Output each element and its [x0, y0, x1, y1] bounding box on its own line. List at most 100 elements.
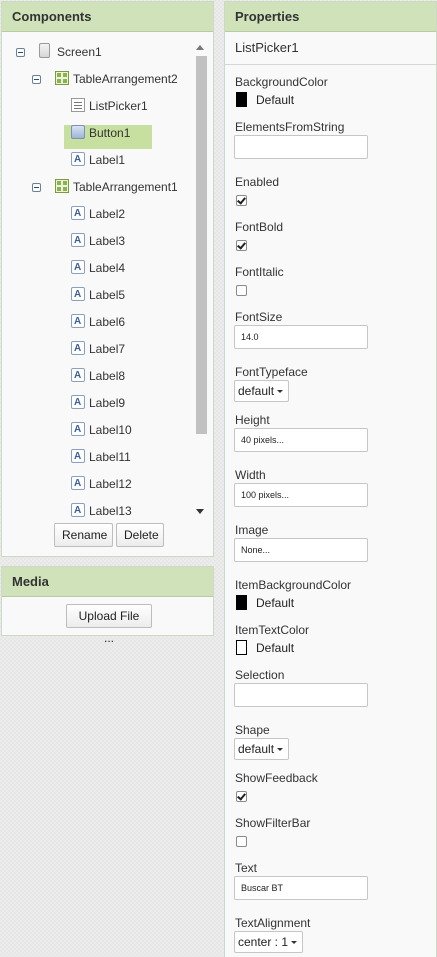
label-component-icon: A	[71, 503, 85, 517]
fontitalic-checkbox[interactable]	[236, 285, 247, 296]
prop-label-selection: Selection	[235, 668, 285, 682]
button-component-icon	[71, 125, 85, 139]
prop-label-image: Image	[235, 523, 269, 537]
collapse-toggle-icon[interactable]	[32, 183, 41, 192]
textalignment-value: center : 1	[238, 935, 289, 949]
tree-node-label10[interactable]: A Label10	[2, 419, 192, 441]
fonttypeface-select[interactable]: default	[234, 380, 290, 402]
label-component-icon: A	[71, 368, 85, 382]
tree-node-label: Screen1	[57, 45, 102, 59]
tree-node-label6[interactable]: A Label6	[2, 311, 192, 333]
tree-node-screen1[interactable]: Screen1	[2, 41, 192, 63]
scroll-up-arrow-icon[interactable]	[196, 45, 204, 50]
label-component-icon: A	[71, 395, 85, 409]
backgroundcolor-value[interactable]: Default	[256, 93, 294, 107]
tree-node-label: ListPicker1	[89, 99, 148, 113]
prop-label-text: Text	[235, 861, 258, 875]
scroll-down-arrow-icon[interactable]	[196, 509, 204, 514]
collapse-toggle-icon[interactable]	[32, 75, 41, 84]
tree-node-label2[interactable]: A Label2	[2, 203, 192, 225]
tree-node-button1[interactable]: Button1	[2, 122, 192, 144]
tree-node-label9[interactable]: A Label9	[2, 392, 192, 414]
itembackgroundcolor-swatch[interactable]	[236, 595, 247, 610]
tree-node-label5[interactable]: A Label5	[2, 284, 192, 306]
shape-value: default	[238, 742, 275, 756]
label-component-icon: A	[71, 476, 85, 490]
tree-node-tablearrangement2[interactable]: TableArrangement2	[2, 68, 192, 90]
prop-label-itembackgroundcolor: ItemBackgroundColor	[235, 578, 352, 592]
tree-node-label: Label12	[89, 477, 132, 491]
tree-node-label: Label2	[89, 207, 126, 221]
tree-node-label1[interactable]: A Label1	[2, 149, 192, 171]
shape-select[interactable]: default	[234, 738, 290, 760]
tree-node-listpicker1[interactable]: ListPicker1	[2, 95, 192, 117]
tree-node-label: TableArrangement2	[73, 72, 178, 86]
delete-button[interactable]: Delete	[116, 523, 164, 547]
tree-node-label: Button1	[89, 126, 131, 140]
text-input[interactable]: Buscar BT	[234, 876, 368, 900]
tree-node-label: Label4	[89, 261, 126, 275]
backgroundcolor-swatch[interactable]	[236, 92, 247, 107]
rename-button[interactable]: Rename	[54, 523, 113, 547]
fontbold-checkbox[interactable]	[236, 240, 247, 251]
selected-component-name: ListPicker1	[235, 40, 299, 55]
showfilterbar-checkbox[interactable]	[236, 836, 247, 847]
itemtextcolor-swatch[interactable]	[236, 640, 247, 655]
tree-node-label12[interactable]: A Label12	[2, 473, 192, 495]
label-component-icon: A	[71, 152, 85, 166]
selection-input[interactable]	[234, 683, 368, 707]
fontsize-input[interactable]: 14.0	[234, 325, 368, 349]
label-component-icon: A	[71, 233, 85, 247]
prop-label-textalignment: TextAlignment	[235, 916, 311, 930]
tree-node-label11[interactable]: A Label11	[2, 446, 192, 468]
properties-panel: Properties ListPicker1 BackgroundColor D…	[224, 1, 437, 957]
tree-node-label: Label8	[89, 369, 126, 383]
dropdown-caret-icon	[277, 748, 284, 751]
tree-node-label: Label5	[89, 288, 126, 302]
elementsfromstring-input[interactable]	[234, 135, 368, 159]
tree-node-label7[interactable]: A Label7	[2, 338, 192, 360]
tree-node-label: Label11	[89, 450, 131, 464]
components-panel: Components Screen1 TableArrangement2 ListP…	[1, 1, 214, 557]
label-component-icon: A	[71, 287, 85, 301]
width-input[interactable]: 100 pixels...	[234, 483, 368, 507]
label-component-icon: A	[71, 422, 85, 436]
list-component-icon	[71, 98, 85, 112]
properties-header: Properties	[225, 2, 436, 32]
table-component-icon	[55, 71, 69, 85]
tree-node-label: TableArrangement1	[73, 180, 178, 194]
collapse-toggle-icon[interactable]	[16, 48, 25, 57]
tree-node-label8[interactable]: A Label8	[2, 365, 192, 387]
prop-label-fontsize: FontSize	[235, 310, 283, 324]
prop-label-enabled: Enabled	[235, 175, 280, 189]
dropdown-caret-icon	[277, 390, 284, 393]
tree-node-label3[interactable]: A Label3	[2, 230, 192, 252]
textalignment-select[interactable]: center : 1	[234, 931, 304, 953]
tree-node-label13[interactable]: A Label13	[2, 500, 192, 518]
component-tree: Screen1 TableArrangement2 ListPicker1 Butto…	[2, 32, 192, 518]
label-component-icon: A	[71, 341, 85, 355]
showfeedback-checkbox[interactable]	[236, 791, 247, 802]
prop-label-fonttypeface: FontTypeface	[235, 365, 308, 379]
enabled-checkbox[interactable]	[236, 195, 247, 206]
itembackgroundcolor-value[interactable]: Default	[256, 596, 294, 610]
tree-node-tablearrangement1[interactable]: TableArrangement1	[2, 176, 192, 198]
tree-scrollbar[interactable]	[194, 39, 207, 517]
image-input[interactable]: None...	[234, 538, 368, 562]
label-component-icon: A	[71, 260, 85, 274]
screen-component-icon	[39, 43, 50, 58]
tree-node-label: Label6	[89, 315, 126, 329]
tree-node-label: Label3	[89, 234, 126, 248]
media-header: Media	[2, 567, 213, 597]
tree-node-label4[interactable]: A Label4	[2, 257, 192, 279]
prop-label-width: Width	[235, 468, 266, 482]
divider	[225, 64, 436, 65]
upload-file-button[interactable]: Upload File ...	[66, 604, 152, 645]
tree-node-label: Label10	[89, 423, 132, 437]
scroll-thumb[interactable]	[196, 56, 207, 434]
prop-label-shape: Shape	[235, 723, 270, 737]
dropdown-caret-icon	[291, 941, 298, 944]
prop-label-fontitalic: FontItalic	[235, 265, 284, 279]
itemtextcolor-value[interactable]: Default	[256, 641, 294, 655]
height-input[interactable]: 40 pixels...	[234, 428, 368, 452]
